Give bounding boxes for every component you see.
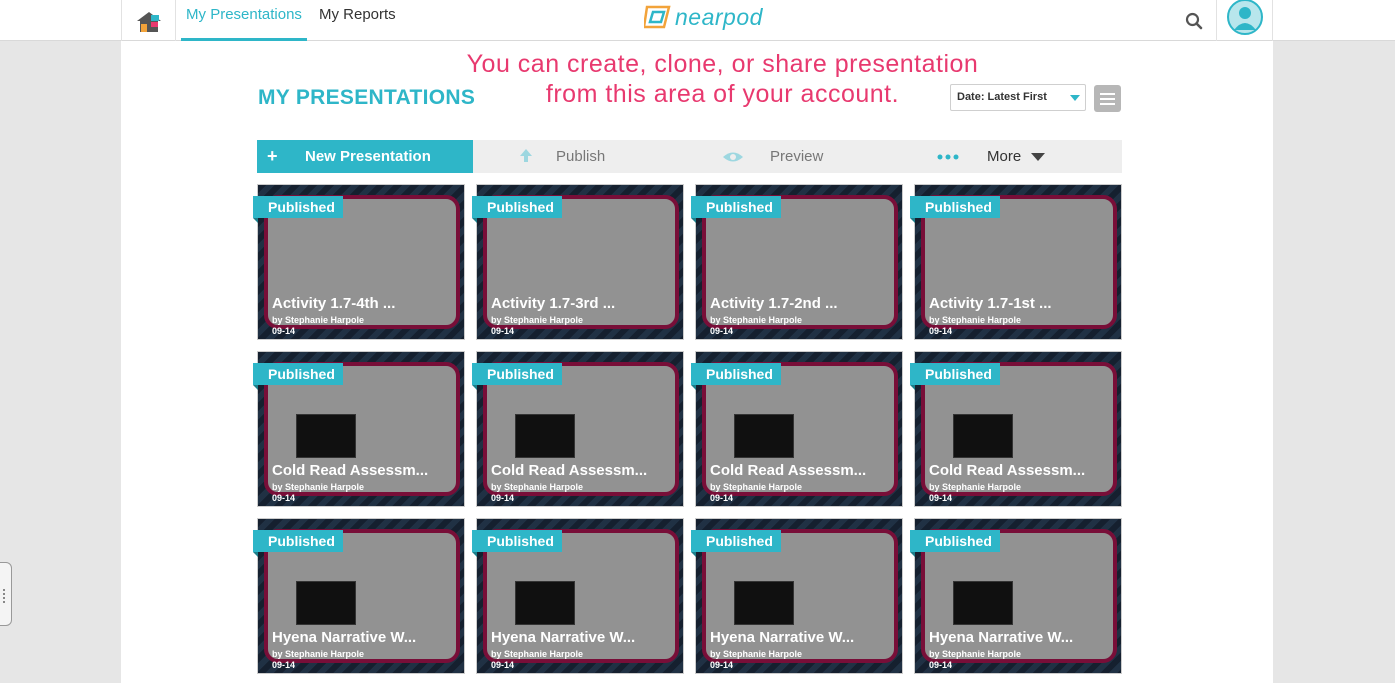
published-badge: Published (472, 530, 562, 557)
card-author: by Stephanie Harpole (929, 482, 1022, 492)
published-badge: Published (910, 196, 1000, 223)
card-author: by Stephanie Harpole (929, 315, 1022, 325)
card-meta: Hyena Narrative W... by Stephanie Harpole… (491, 629, 635, 671)
card-author: by Stephanie Harpole (272, 649, 365, 659)
card-date: 09-14 (272, 660, 296, 670)
card-title: Cold Read Assessm... (272, 462, 429, 479)
sort-select[interactable]: Date: Latest First (950, 84, 1086, 111)
published-badge: Published (691, 363, 781, 390)
list-icon-line (1100, 92, 1115, 95)
card-meta: Hyena Narrative W... by Stephanie Harpole… (272, 629, 416, 671)
annotation-line-2: from this area of your account. (545, 80, 900, 108)
card-date: 09-14 (929, 660, 953, 670)
tab-my-presentations[interactable]: My Presentations (181, 0, 307, 41)
card-title: Activity 1.7-4th ... (272, 295, 396, 312)
card-date: 09-14 (491, 493, 515, 503)
home-icon (136, 11, 161, 32)
new-presentation-button[interactable]: + New Presentation (257, 140, 473, 173)
annotation-line-1: You can create, clone, or share presenta… (466, 50, 979, 78)
user-avatar-icon (1226, 0, 1263, 35)
card-date: 09-14 (491, 660, 515, 670)
card-author: by Stephanie Harpole (710, 482, 803, 492)
card-date: 09-14 (710, 326, 734, 336)
nearpod-logo[interactable]: nearpod (644, 2, 763, 32)
card-meta: Activity 1.7-4th ... by Stephanie Harpole… (272, 295, 395, 337)
action-bar: + New Presentation Publish Preview More (257, 140, 1122, 173)
card-title: Hyena Narrative W... (272, 629, 417, 646)
card-meta: Cold Read Assessm... by Stephanie Harpole… (710, 462, 866, 504)
side-drag-handle[interactable] (0, 562, 12, 626)
home-button[interactable] (121, 0, 176, 41)
published-badge: Published (691, 530, 781, 557)
card-title: Cold Read Assessm... (929, 462, 1086, 479)
sort-selected-value: Date: Latest First (957, 91, 1047, 103)
card-title: Cold Read Assessm... (710, 462, 867, 479)
chevron-down-icon (1070, 95, 1080, 101)
card-title: Cold Read Assessm... (491, 462, 648, 479)
card-author: by Stephanie Harpole (710, 649, 803, 659)
published-badge: Published (253, 196, 343, 223)
preview-button[interactable]: Preview (722, 140, 823, 173)
card-meta: Hyena Narrative W... by Stephanie Harpole… (929, 629, 1073, 671)
card-title: Activity 1.7-2nd ... (710, 295, 838, 312)
card-date: 09-14 (710, 660, 734, 670)
search-button[interactable] (1171, 0, 1217, 41)
card-meta: Activity 1.7-2nd ... by Stephanie Harpole… (710, 295, 838, 337)
card-meta: Cold Read Assessm... by Stephanie Harpole… (272, 462, 428, 504)
card-date: 09-14 (710, 493, 734, 503)
nearpod-logo-icon (644, 5, 671, 29)
card-author: by Stephanie Harpole (272, 315, 365, 325)
card-title: Hyena Narrative W... (710, 629, 855, 646)
top-nav-bar: My Presentations My Reports nearpod (0, 0, 1395, 41)
card-author: by Stephanie Harpole (491, 315, 584, 325)
published-badge: Published (691, 196, 781, 223)
card-date: 09-14 (929, 493, 953, 503)
card-meta: Activity 1.7-1st ... by Stephanie Harpole… (929, 295, 1052, 337)
logo-text: nearpod (675, 3, 763, 30)
card-author: by Stephanie Harpole (710, 315, 803, 325)
card-date: 09-14 (491, 326, 515, 336)
ellipsis-icon (937, 154, 959, 160)
help-annotation: You can create, clone, or share presenta… (440, 49, 1005, 109)
search-icon (1185, 12, 1202, 29)
card-author: by Stephanie Harpole (272, 482, 365, 492)
grip-icon (3, 589, 6, 603)
list-icon-line (1100, 97, 1115, 100)
eye-icon (723, 152, 743, 162)
list-view-button[interactable] (1094, 85, 1121, 112)
plus-icon: + (267, 146, 278, 166)
user-menu-button[interactable] (1217, 0, 1273, 41)
card-author: by Stephanie Harpole (491, 482, 584, 492)
published-badge: Published (910, 363, 1000, 390)
card-title: Activity 1.7-3rd ... (491, 295, 616, 312)
published-badge: Published (472, 363, 562, 390)
published-badge: Published (253, 363, 343, 390)
card-author: by Stephanie Harpole (929, 649, 1022, 659)
publish-button[interactable]: Publish (519, 140, 605, 173)
card-author: by Stephanie Harpole (491, 649, 584, 659)
published-badge: Published (472, 196, 562, 223)
card-date: 09-14 (272, 493, 296, 503)
card-date: 09-14 (272, 326, 296, 336)
published-badge: Published (910, 530, 1000, 557)
more-menu-button[interactable]: More (937, 140, 1045, 173)
page-title: MY PRESENTATIONS (258, 86, 476, 109)
tab-my-reports[interactable]: My Reports (319, 0, 396, 41)
card-title: Hyena Narrative W... (491, 629, 636, 646)
card-meta: Hyena Narrative W... by Stephanie Harpole… (710, 629, 854, 671)
card-title: Activity 1.7-1st ... (929, 295, 1052, 312)
card-date: 09-14 (929, 326, 953, 336)
upload-arrow-icon (520, 149, 532, 162)
card-meta: Activity 1.7-3rd ... by Stephanie Harpole… (491, 295, 615, 337)
card-title: Hyena Narrative W... (929, 629, 1074, 646)
chevron-down-icon (1031, 153, 1045, 161)
card-meta: Cold Read Assessm... by Stephanie Harpole… (491, 462, 647, 504)
new-presentation-label: New Presentation (305, 148, 431, 165)
list-icon-line (1100, 102, 1115, 105)
card-meta: Cold Read Assessm... by Stephanie Harpole… (929, 462, 1085, 504)
published-badge: Published (253, 530, 343, 557)
